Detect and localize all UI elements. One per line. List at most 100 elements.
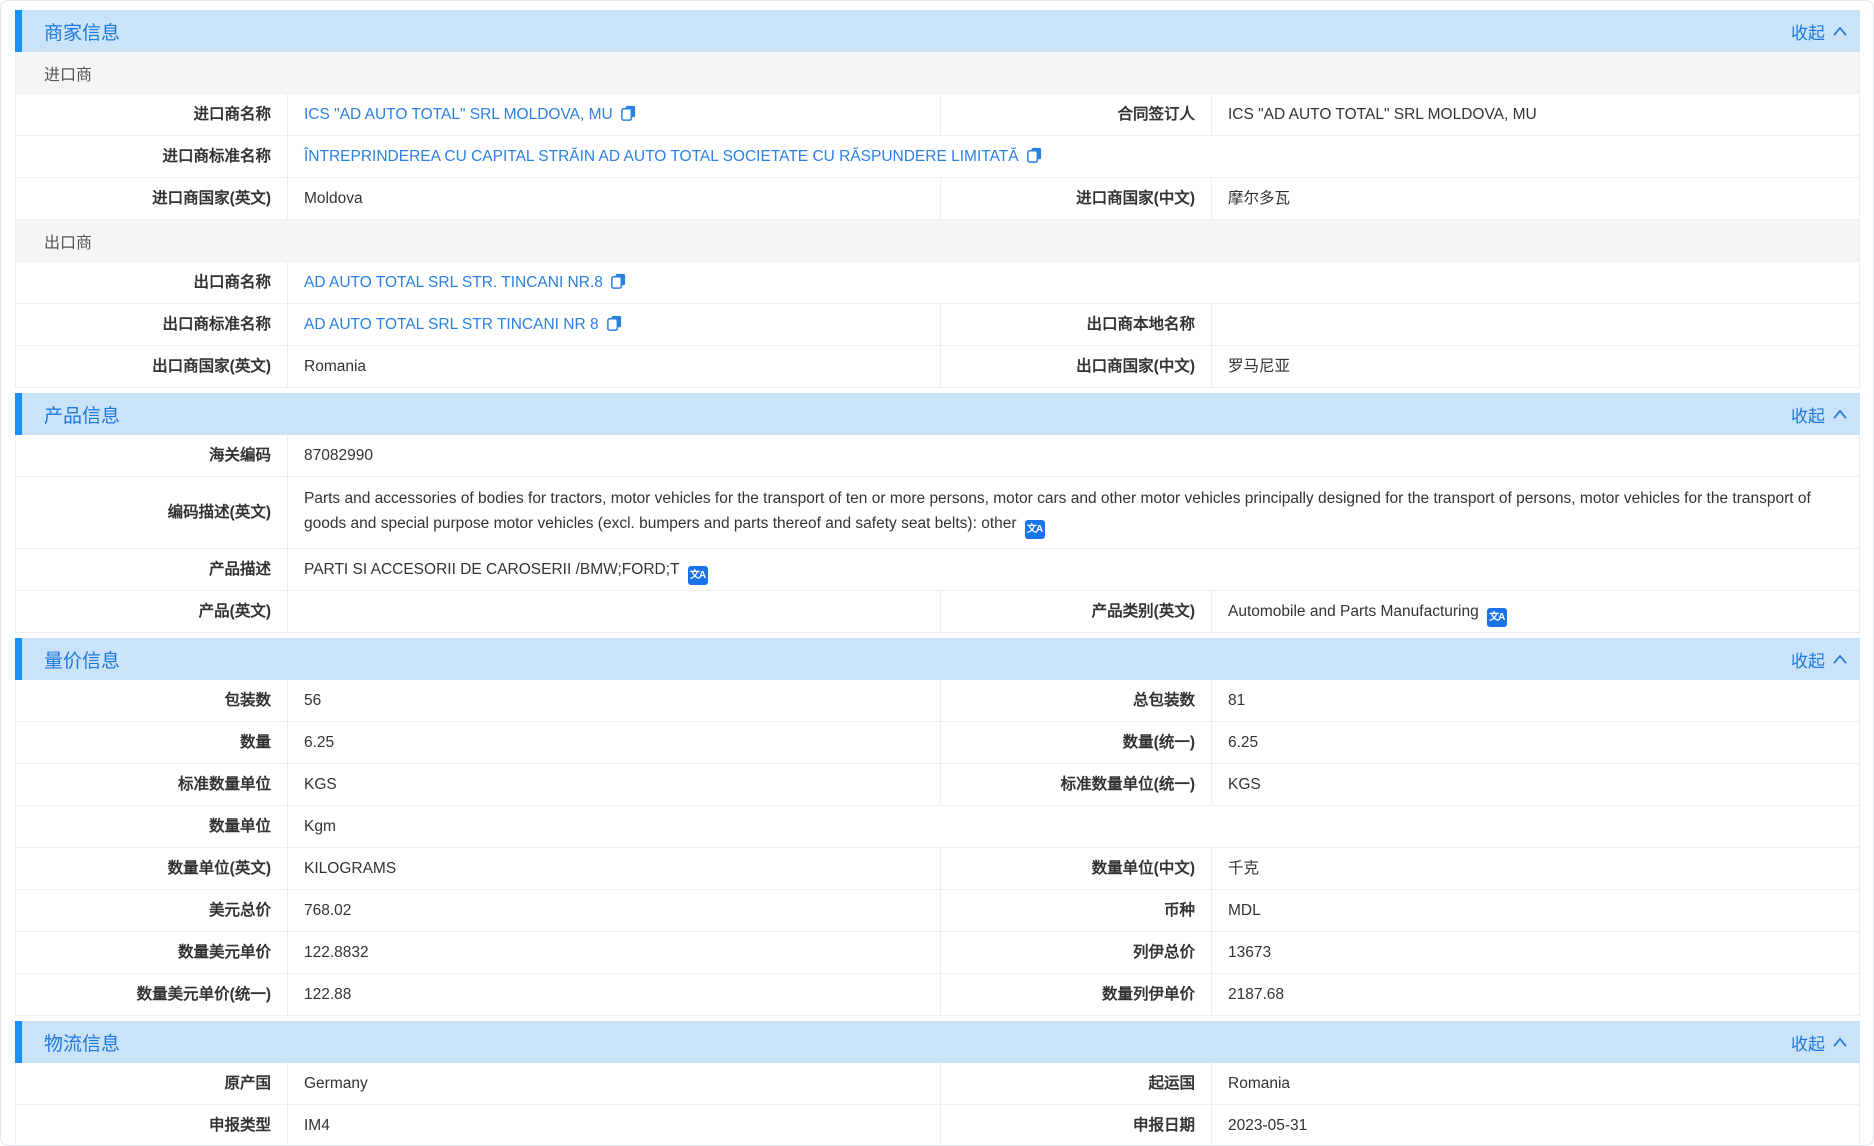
- chevron-up-icon: [1832, 1037, 1848, 1048]
- section-header-bar: 产品信息 收起: [15, 393, 1860, 435]
- field-value: 768.02: [288, 890, 941, 931]
- table-row: 数量美元单价(统一)122.88数量列伊单价2187.68: [16, 974, 1859, 1016]
- table-row: 产品描述 PARTI SI ACCESORII DE CAROSERII /BMW…: [16, 549, 1859, 591]
- collapse-button[interactable]: 收起: [1791, 402, 1848, 427]
- field-value: 13673: [1212, 932, 1859, 973]
- table-row: 产品(英文)产品类别(英文)Automobile and Parts Manuf…: [16, 591, 1859, 633]
- field-value: 122.88: [288, 974, 941, 1015]
- section-title: 量价信息: [44, 646, 120, 673]
- section-header-bar: 量价信息 收起: [15, 638, 1860, 680]
- field-label: 数量单位(中文): [941, 848, 1212, 889]
- field-label: 包装数: [16, 680, 288, 721]
- field-label: 标准数量单位(统一): [941, 764, 1212, 805]
- field-value: 摩尔多瓦: [1212, 178, 1859, 219]
- field-value: Parts and accessories of bodies for trac…: [288, 477, 1859, 548]
- subsection-title: 出口商: [44, 229, 92, 253]
- translate-icon[interactable]: 文A: [1025, 520, 1045, 539]
- field-label: 进口商国家(中文): [941, 178, 1212, 219]
- section-量价信息: 量价信息收起包装数56总包装数81数量6.25数量(统一)6.25标准数量单位K…: [15, 638, 1860, 1016]
- field-value-text: 千克: [1228, 860, 1259, 877]
- field-label: 合同签订人: [941, 94, 1212, 135]
- copy-icon[interactable]: [1026, 146, 1043, 164]
- chevron-up-icon: [1832, 409, 1848, 420]
- field-label: 币种: [941, 890, 1212, 931]
- field-label: 出口商标准名称: [16, 304, 288, 345]
- field-value-text: KILOGRAMS: [304, 860, 396, 877]
- field-value: AD AUTO TOTAL SRL STR. TINCANI NR.8: [288, 262, 1859, 303]
- field-value: 6.25: [1212, 722, 1859, 763]
- info-table: 进口商进口商名称ICS "AD AUTO TOTAL" SRL MOLDOVA,…: [15, 52, 1860, 388]
- field-link[interactable]: AD AUTO TOTAL SRL STR. TINCANI NR.8: [304, 274, 603, 291]
- translate-icon[interactable]: 文A: [1487, 608, 1507, 627]
- table-row: 数量单位(英文)KILOGRAMS数量单位(中文)千克: [16, 848, 1859, 890]
- collapse-button[interactable]: 收起: [1791, 19, 1848, 44]
- field-value-text: Automobile and Parts Manufacturing: [1228, 603, 1479, 620]
- field-value-text: 6.25: [1228, 734, 1258, 751]
- field-value-text: 122.8832: [304, 944, 369, 961]
- table-row: 原产国Germany起运国Romania: [16, 1063, 1859, 1105]
- field-value: KGS: [288, 764, 941, 805]
- field-value-text: 56: [304, 692, 321, 709]
- field-link[interactable]: AD AUTO TOTAL SRL STR TINCANI NR 8: [304, 316, 599, 333]
- field-label: 编码描述(英文): [16, 477, 288, 548]
- table-row: 出口商标准名称 AD AUTO TOTAL SRL STR TINCANI NR …: [16, 304, 1859, 346]
- trade-detail-content: 商家信息收起进口商进口商名称ICS "AD AUTO TOTAL" SRL MO…: [1, 1, 1873, 1146]
- translate-icon[interactable]: 文A: [688, 566, 708, 585]
- field-value-text: KGS: [1228, 776, 1261, 793]
- field-value-text: 2023-05-31: [1228, 1117, 1307, 1134]
- field-label: 出口商国家(英文): [16, 346, 288, 387]
- field-value: [1212, 304, 1859, 345]
- collapse-button[interactable]: 收起: [1791, 647, 1848, 672]
- field-label: 产品类别(英文): [941, 591, 1212, 632]
- field-value: Romania: [288, 346, 941, 387]
- section-accent-bar: [15, 638, 22, 680]
- copy-icon[interactable]: [610, 272, 627, 290]
- field-value-text: PARTI SI ACCESORII DE CAROSERII /BMW;FOR…: [304, 561, 680, 578]
- field-value-text: 摩尔多瓦: [1228, 190, 1290, 207]
- field-value: Moldova: [288, 178, 941, 219]
- field-value: KILOGRAMS: [288, 848, 941, 889]
- chevron-up-icon: [1832, 26, 1848, 37]
- info-table: 包装数56总包装数81数量6.25数量(统一)6.25标准数量单位KGS标准数量…: [15, 680, 1860, 1016]
- field-value-text: KGS: [304, 776, 337, 793]
- field-value-text: 6.25: [304, 734, 334, 751]
- field-value-text: 2187.68: [1228, 986, 1284, 1003]
- field-value: 罗马尼亚: [1212, 346, 1859, 387]
- section-header-bar: 物流信息收起: [15, 1021, 1860, 1063]
- field-label: 列伊总价: [941, 932, 1212, 973]
- field-label: 总包装数: [941, 680, 1212, 721]
- field-link[interactable]: ICS "AD AUTO TOTAL" SRL MOLDOVA, MU: [304, 106, 613, 123]
- collapse-label: 收起: [1791, 19, 1825, 44]
- field-label: 出口商国家(中文): [941, 346, 1212, 387]
- field-value: 122.8832: [288, 932, 941, 973]
- sections-root: 商家信息收起进口商进口商名称ICS "AD AUTO TOTAL" SRL MO…: [15, 10, 1860, 1146]
- field-value: Germany: [288, 1063, 941, 1104]
- info-table: 原产国Germany起运国Romania申报类型IM4申报日期2023-05-3…: [15, 1063, 1860, 1146]
- collapse-label: 收起: [1791, 1030, 1825, 1055]
- field-value-text: Romania: [304, 358, 366, 375]
- field-value-text: MDL: [1228, 902, 1261, 919]
- page-frame: 商家信息收起进口商进口商名称ICS "AD AUTO TOTAL" SRL MO…: [0, 0, 1874, 1146]
- field-label: 进口商名称: [16, 94, 288, 135]
- field-label: 数量列伊单价: [941, 974, 1212, 1015]
- field-value: KGS: [1212, 764, 1859, 805]
- field-value: MDL: [1212, 890, 1859, 931]
- section-title: 产品信息: [44, 401, 120, 428]
- field-value-text: IM4: [304, 1117, 330, 1134]
- table-row: 数量单位Kgm: [16, 806, 1859, 848]
- field-link[interactable]: ÎNTREPRINDEREA CU CAPITAL STRĂIN AD AUTO…: [304, 148, 1019, 165]
- copy-icon[interactable]: [620, 104, 637, 122]
- table-row: 进口商名称 ICS "AD AUTO TOTAL" SRL MOLDOVA, MU…: [16, 94, 1859, 136]
- field-value: PARTI SI ACCESORII DE CAROSERII /BMW;FOR…: [288, 549, 1859, 590]
- field-value: 87082990: [288, 435, 1859, 476]
- field-label: 数量(统一): [941, 722, 1212, 763]
- field-value: ICS "AD AUTO TOTAL" SRL MOLDOVA, MU: [1212, 94, 1859, 135]
- table-row: 美元总价768.02币种MDL: [16, 890, 1859, 932]
- table-row: 数量美元单价122.8832列伊总价13673: [16, 932, 1859, 974]
- collapse-button[interactable]: 收起: [1791, 1030, 1848, 1055]
- field-label: 申报日期: [941, 1105, 1212, 1146]
- field-label: 产品描述: [16, 549, 288, 590]
- field-value-text: 768.02: [304, 902, 351, 919]
- field-value: Automobile and Parts Manufacturing 文A: [1212, 591, 1859, 632]
- copy-icon[interactable]: [606, 314, 623, 332]
